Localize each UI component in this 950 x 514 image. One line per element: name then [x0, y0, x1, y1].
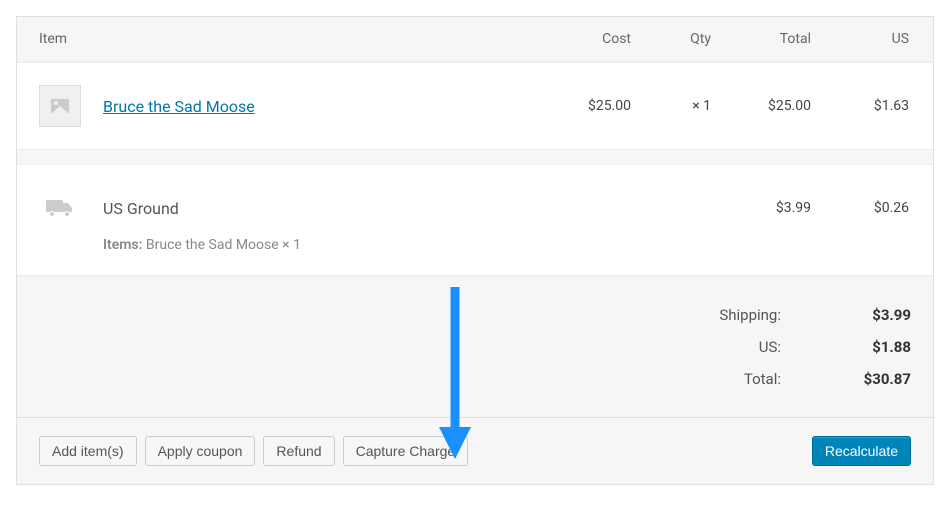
order-items-panel: Item Cost Qty Total US Bruce the Sad Moo… [16, 16, 934, 485]
image-placeholder-icon [51, 99, 69, 114]
totals-row-tax: US: $1.88 [39, 331, 911, 363]
header-tax: US [811, 31, 911, 47]
add-items-button[interactable]: Add item(s) [39, 436, 137, 466]
totals-row-shipping: Shipping: $3.99 [39, 299, 911, 331]
line-total: $25.00 [711, 98, 811, 114]
shipping-items-line: Items: Bruce the Sad Moose × 1 [103, 237, 911, 253]
totals-total-value: $30.87 [811, 370, 911, 388]
apply-coupon-button[interactable]: Apply coupon [145, 436, 256, 466]
shipping-total: $3.99 [711, 200, 811, 216]
totals-tax-value: $1.88 [811, 338, 911, 356]
totals-row-total: Total: $30.87 [39, 363, 911, 395]
capture-charge-button[interactable]: Capture Charge [343, 436, 469, 466]
header-cost: Cost [531, 31, 631, 47]
table-header: Item Cost Qty Total US [17, 17, 933, 62]
line-qty: × 1 [631, 98, 711, 114]
line-item-row: Bruce the Sad Moose $25.00 × 1 $25.00 $1… [17, 62, 933, 150]
header-item: Item [39, 31, 531, 47]
product-link[interactable]: Bruce the Sad Moose [103, 97, 255, 116]
totals-total-label: Total: [681, 370, 781, 388]
shipping-items-text: Bruce the Sad Moose × 1 [146, 237, 301, 253]
totals-shipping-label: Shipping: [681, 306, 781, 324]
refund-button[interactable]: Refund [263, 436, 334, 466]
shipping-tax: $0.26 [811, 200, 911, 216]
recalculate-button[interactable]: Recalculate [812, 436, 911, 466]
shipping-items-prefix: Items: [103, 237, 142, 253]
shipping-row: US Ground $3.99 $0.26 Items: Bruce the S… [17, 164, 933, 276]
line-tax: $1.63 [811, 98, 911, 114]
header-total: Total [711, 31, 811, 47]
totals-section: Shipping: $3.99 US: $1.88 Total: $30.87 [17, 276, 933, 417]
header-qty: Qty [631, 31, 711, 47]
totals-shipping-value: $3.99 [811, 306, 911, 324]
line-cost: $25.00 [531, 98, 631, 114]
truck-icon [39, 187, 81, 229]
shipping-method: US Ground [103, 199, 179, 218]
footer-actions: Add item(s) Apply coupon Refund Capture … [17, 417, 933, 484]
product-thumbnail[interactable] [39, 85, 81, 127]
totals-tax-label: US: [681, 338, 781, 356]
